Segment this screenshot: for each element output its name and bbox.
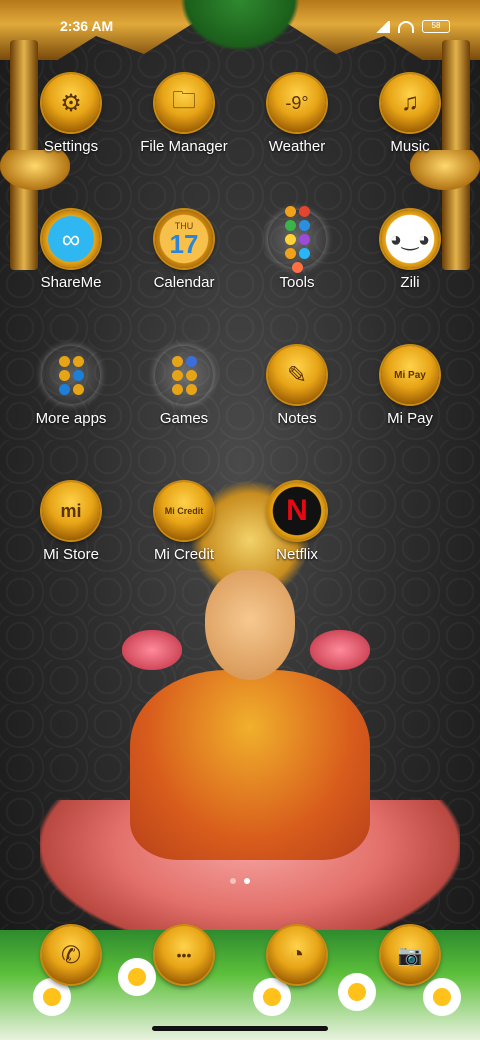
folder-app-mini-icon — [284, 205, 296, 217]
dock-messages[interactable]: ••• — [124, 926, 244, 984]
app-label: ShareMe — [40, 274, 102, 291]
lotus-flower-left — [122, 630, 182, 670]
folder-app-mini-icon — [72, 369, 84, 381]
folder-app-mini-icon — [171, 383, 183, 395]
folder-app-mini-icon — [298, 233, 310, 245]
mi-store-icon: mi — [42, 482, 100, 540]
games-folder-icon — [155, 346, 213, 404]
app-label: Mi Store — [43, 546, 99, 563]
app-shareme[interactable]: ∞ ShareMe — [11, 210, 131, 291]
music-icon: ♫ — [381, 74, 439, 132]
battery-icon: 58 — [422, 20, 450, 33]
folder-games[interactable]: Games — [124, 346, 244, 427]
folder-more-apps[interactable]: More apps — [11, 346, 131, 427]
app-label: Calendar — [153, 274, 215, 291]
folder-app-mini-icon — [291, 261, 303, 273]
folder-app-mini-icon — [58, 383, 70, 395]
app-label: Games — [159, 410, 209, 427]
goddess-body — [130, 670, 370, 860]
folder-app-mini-icon — [298, 219, 310, 231]
folder-app-mini-icon — [58, 355, 70, 367]
folder-app-mini-icon — [72, 383, 84, 395]
weather-icon: -9° — [268, 74, 326, 132]
app-label: Weather — [268, 138, 326, 155]
app-label: Mi Pay — [387, 410, 433, 427]
mi-credit-icon: Mi Credit — [155, 482, 213, 540]
app-zili[interactable]: ◕‿◕ Zili — [350, 210, 470, 291]
app-label: Notes — [277, 410, 317, 427]
app-mi-credit[interactable]: Mi Credit Mi Credit — [124, 482, 244, 563]
page-indicator[interactable] — [0, 878, 480, 884]
notes-icon: ✎ — [268, 346, 326, 404]
app-mi-pay[interactable]: Mi Pay Mi Pay — [350, 346, 470, 427]
right-lamp-decoration — [410, 150, 480, 190]
status-time: 2:36 AM — [60, 18, 114, 34]
gear-icon: ⚙ — [42, 74, 100, 132]
phone-icon: ✆ — [42, 926, 100, 984]
folder-app-mini-icon — [171, 355, 183, 367]
folder-tools[interactable]: Tools — [237, 205, 357, 291]
page-dot-active[interactable] — [244, 878, 250, 884]
app-music[interactable]: ♫ Music — [350, 74, 470, 155]
app-label: More apps — [35, 410, 107, 427]
calendar-date: 17 — [169, 228, 199, 259]
left-lamp-decoration — [0, 150, 70, 190]
app-netflix[interactable]: N Netflix — [237, 482, 357, 563]
folder-app-mini-icon — [185, 355, 197, 367]
folder-app-mini-icon — [185, 383, 197, 395]
app-mi-store[interactable]: mi Mi Store — [11, 482, 131, 563]
folder-app-mini-icon — [58, 369, 70, 381]
lotus-flower-right — [310, 630, 370, 670]
folder-app-mini-icon — [284, 233, 296, 245]
folder-app-mini-icon — [171, 369, 183, 381]
dock-camera[interactable]: 📷 — [350, 926, 470, 984]
app-label: Settings — [43, 138, 99, 155]
shareme-icon: ∞ — [42, 210, 100, 268]
gesture-nav-bar[interactable] — [152, 1026, 328, 1031]
zili-icon: ◕‿◕ — [381, 210, 439, 268]
dock-browser[interactable]: ◔ — [237, 926, 357, 984]
goddess-face — [205, 570, 295, 680]
app-label: Tools — [279, 274, 315, 291]
app-label: Netflix — [276, 546, 318, 563]
netflix-icon: N — [268, 482, 326, 540]
signal-icon — [374, 20, 390, 33]
dock-phone[interactable]: ✆ — [11, 926, 131, 984]
app-notes[interactable]: ✎ Notes — [237, 346, 357, 427]
status-bar: 2:36 AM 58 — [0, 18, 480, 40]
camera-icon: 📷 — [381, 926, 439, 984]
app-label: File Manager — [140, 138, 228, 155]
folder-icon: 🗀 — [155, 74, 213, 132]
folder-app-mini-icon — [284, 219, 296, 231]
folder-app-mini-icon — [298, 247, 310, 259]
app-label: Zili — [400, 274, 420, 291]
folder-app-mini-icon — [284, 247, 296, 259]
mi-pay-icon: Mi Pay — [381, 346, 439, 404]
messages-icon: ••• — [155, 926, 213, 984]
wifi-icon — [398, 20, 414, 33]
app-label: Music — [390, 138, 430, 155]
app-label: Mi Credit — [153, 546, 214, 563]
folder-app-mini-icon — [185, 369, 197, 381]
calendar-icon: THU 17 — [155, 210, 213, 268]
tools-folder-icon — [268, 205, 326, 273]
browser-icon: ◔ — [268, 926, 326, 984]
status-icons: 58 — [374, 20, 450, 33]
folder-app-mini-icon — [72, 355, 84, 367]
app-weather[interactable]: -9° Weather — [237, 74, 357, 155]
page-dot[interactable] — [230, 878, 236, 884]
app-file-manager[interactable]: 🗀 File Manager — [124, 74, 244, 155]
app-settings[interactable]: ⚙ Settings — [11, 74, 131, 155]
app-calendar[interactable]: THU 17 Calendar — [124, 210, 244, 291]
more-apps-folder-icon — [42, 346, 100, 404]
folder-app-mini-icon — [298, 205, 310, 217]
